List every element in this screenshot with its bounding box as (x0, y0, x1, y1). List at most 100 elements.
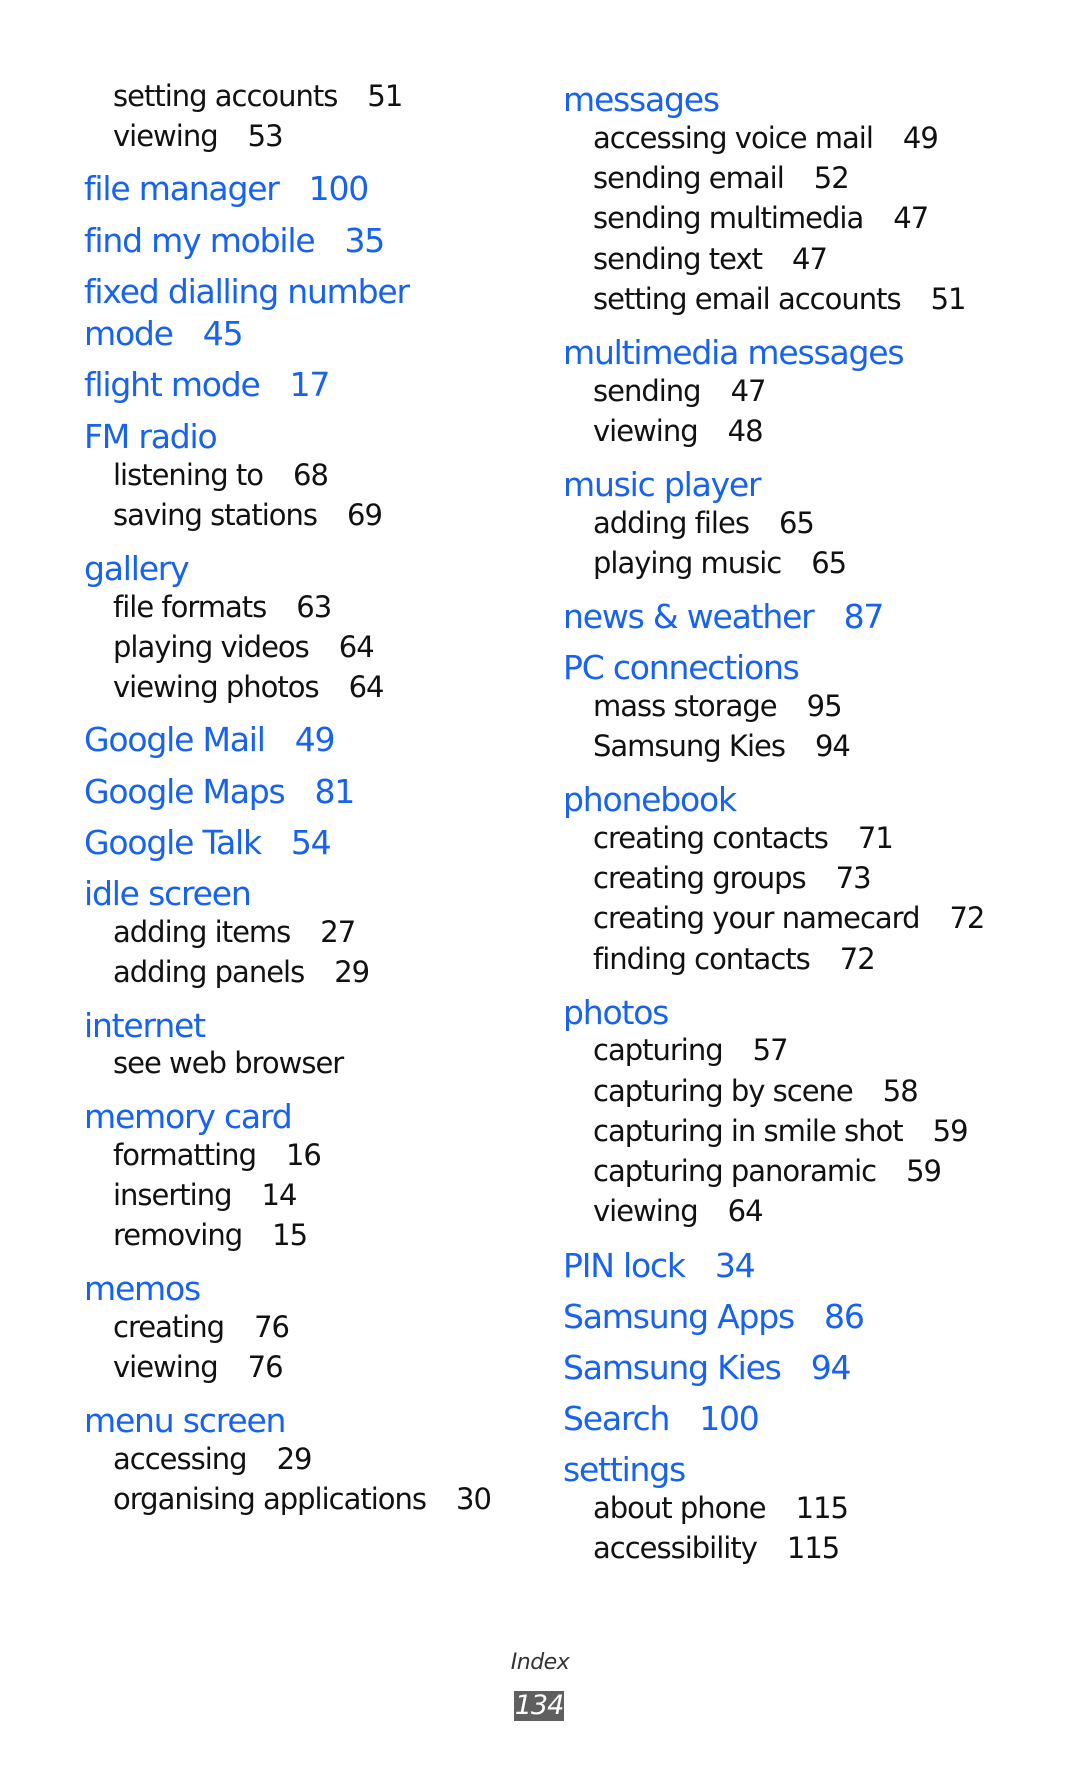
index-page-ref[interactable]: 51 (931, 282, 967, 316)
index-page-ref[interactable]: 64 (339, 630, 375, 664)
index-page-ref[interactable]: 52 (814, 161, 850, 195)
index-sub-entry: playing videos 64 (113, 630, 375, 664)
index-heading-entry: photos (563, 996, 669, 1029)
index-term: capturing panoramic (593, 1154, 877, 1188)
index-page-ref[interactable]: 65 (811, 546, 847, 580)
index-heading-entry: memory card (84, 1097, 293, 1136)
index-page-ref[interactable]: 48 (728, 414, 764, 448)
index-page-ref[interactable]: 94 (811, 1348, 852, 1387)
index-page-ref[interactable]: 65 (779, 506, 815, 540)
index-sub-entry: sending text 47 (593, 242, 828, 276)
index-page-ref[interactable]: 59 (933, 1114, 969, 1148)
index-page-ref[interactable]: 71 (858, 821, 894, 855)
index-heading-entry: fixed dialling number (84, 275, 410, 308)
index-heading-entry: flight mode 17 (84, 365, 331, 404)
index-page-ref[interactable]: 94 (815, 729, 851, 763)
index-page-ref[interactable]: 64 (349, 670, 385, 704)
index-term: viewing (113, 119, 219, 153)
index-term: messages (563, 80, 720, 119)
index-heading-entry: idle screen (84, 877, 252, 910)
index-page-ref[interactable]: 29 (334, 955, 370, 989)
index-page-ref[interactable]: 81 (315, 772, 356, 811)
index-term: Samsung Kies (563, 1348, 782, 1387)
index-page-ref[interactable]: 72 (949, 901, 985, 935)
index-page-ref[interactable]: 87 (844, 597, 885, 636)
index-page-ref[interactable]: 53 (248, 119, 284, 153)
index-term: Google Maps (84, 772, 286, 811)
index-page-ref[interactable]: 69 (347, 498, 383, 532)
index-page-ref[interactable]: 115 (796, 1491, 849, 1525)
index-term: find my mobile (84, 221, 316, 260)
index-sub-entry: formatting 16 (113, 1138, 322, 1172)
index-term: adding items (113, 915, 291, 949)
index-heading-entry: multimedia messages (563, 336, 905, 369)
index-term: saving stations (113, 498, 318, 532)
index-page-ref[interactable]: 63 (296, 590, 332, 624)
index-term: news & weather (563, 597, 815, 636)
index-page-ref[interactable]: 72 (840, 942, 876, 976)
index-heading-entry: find my mobile 35 (84, 221, 385, 260)
index-page-ref[interactable]: 27 (320, 915, 356, 949)
index-page-ref[interactable]: 15 (272, 1218, 308, 1252)
index-term: mass storage (593, 689, 778, 723)
index-term: playing music (593, 546, 782, 580)
index-page-ref[interactable]: 58 (883, 1074, 919, 1108)
index-term: mode (84, 314, 174, 353)
index-page-ref[interactable]: 76 (254, 1310, 290, 1344)
index-term: capturing in smile shot (593, 1114, 904, 1148)
index-term: file formats (113, 590, 267, 624)
index-page-ref[interactable]: 16 (286, 1138, 322, 1172)
index-term: setting email accounts (593, 282, 902, 316)
index-sub-entry: listening to 68 (113, 458, 329, 492)
index-sub-entry: saving stations 69 (113, 498, 383, 532)
index-page-ref[interactable]: 86 (824, 1297, 865, 1336)
index-page-ref[interactable]: 35 (344, 221, 385, 260)
index-page-ref[interactable]: 95 (807, 689, 843, 723)
index-heading-entry: mode 45 (84, 314, 244, 353)
index-term: listening to (113, 458, 264, 492)
index-page-ref[interactable]: 73 (836, 861, 872, 895)
index-page-ref[interactable]: 17 (290, 365, 331, 404)
index-page-ref[interactable]: 45 (203, 314, 244, 353)
index-term: about phone (593, 1491, 767, 1525)
index-term: flight mode (84, 365, 261, 404)
index-page-ref[interactable]: 51 (367, 79, 403, 113)
index-term: adding panels (113, 955, 305, 989)
index-sub-entry: adding files 65 (593, 506, 815, 540)
index-sub-entry: viewing 76 (113, 1350, 284, 1384)
index-term: memory card (84, 1097, 293, 1136)
index-page-ref[interactable]: 54 (291, 823, 332, 862)
index-page-ref[interactable]: 64 (728, 1194, 764, 1228)
index-term: accessibility (593, 1531, 758, 1565)
index-heading-entry: Samsung Apps 86 (563, 1297, 865, 1336)
index-term: Samsung Kies (593, 729, 786, 763)
index-sub-entry: sending 47 (593, 377, 766, 406)
index-page-ref[interactable]: 100 (699, 1399, 760, 1438)
index-page-ref[interactable]: 30 (456, 1482, 492, 1516)
index-page-ref[interactable]: 57 (753, 1033, 789, 1067)
index-page-ref[interactable]: 68 (293, 458, 329, 492)
index-page-ref[interactable]: 14 (262, 1178, 298, 1212)
index-page-ref[interactable]: 49 (903, 121, 939, 155)
index-term: PIN lock (563, 1246, 686, 1285)
index-page-ref[interactable]: 76 (248, 1350, 284, 1384)
index-page-ref[interactable]: 47 (792, 242, 828, 276)
index-term: formatting (113, 1138, 257, 1172)
index-page-ref[interactable]: 34 (715, 1246, 756, 1285)
index-term: see web browser (113, 1046, 344, 1080)
index-page-ref[interactable]: 49 (295, 720, 336, 759)
index-sub-entry: removing 15 (113, 1218, 308, 1252)
index-page-ref[interactable]: 29 (277, 1442, 313, 1476)
index-term: finding contacts (593, 942, 811, 976)
index-term: creating contacts (593, 821, 829, 855)
index-sub-entry: finding contacts 72 (593, 942, 876, 976)
index-heading-entry: internet (84, 1009, 206, 1042)
index-page-ref[interactable]: 59 (906, 1154, 942, 1188)
index-page-ref[interactable]: 100 (309, 169, 370, 208)
index-heading-entry: gallery (84, 549, 190, 588)
index-page-ref[interactable]: 115 (787, 1531, 840, 1565)
index-page-ref[interactable]: 47 (893, 201, 929, 235)
index-term: gallery (84, 549, 190, 588)
index-page-ref[interactable]: 47 (731, 374, 767, 408)
index-heading-entry: Search 100 (563, 1399, 760, 1438)
